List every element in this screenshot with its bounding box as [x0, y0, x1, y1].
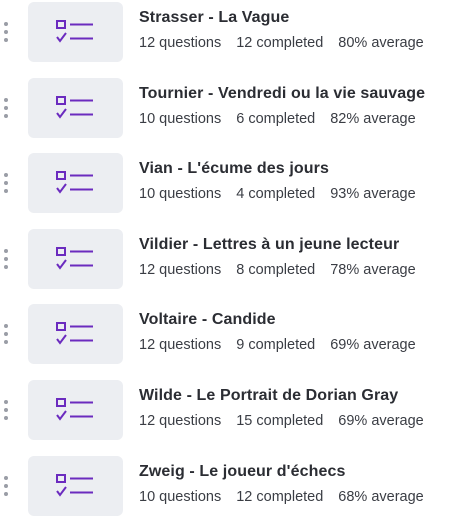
- quiz-stats: 10 questions 6 completed 82% average: [139, 111, 431, 127]
- average-score: 80% average: [338, 35, 424, 51]
- question-count: 12 questions: [139, 35, 222, 51]
- quiz-thumbnail[interactable]: [28, 380, 123, 440]
- drag-handle-icon[interactable]: [3, 98, 9, 118]
- quiz-thumbnail[interactable]: [28, 229, 123, 289]
- quiz-thumbnail[interactable]: [28, 78, 123, 138]
- quiz-title[interactable]: Vildier - Lettres à un jeune lecteur: [139, 236, 399, 254]
- average-score: 69% average: [330, 337, 416, 353]
- average-score: 78% average: [330, 262, 416, 278]
- quiz-title[interactable]: Tournier - Vendredi ou la vie sauvage: [139, 85, 425, 103]
- completed-count: 8 completed: [236, 262, 316, 278]
- quiz-item[interactable]: Strasser - La Vague 12 questions 12 compl…: [0, 2, 468, 62]
- checklist-icon: [56, 171, 93, 194]
- drag-handle-icon[interactable]: [3, 22, 9, 42]
- checklist-icon: [56, 20, 93, 43]
- quiz-item[interactable]: Zweig - Le joueur d'échecs 10 questions 1…: [0, 456, 468, 516]
- average-score: 82% average: [330, 111, 416, 127]
- quiz-stats: 10 questions 4 completed 93% average: [139, 186, 431, 202]
- completed-count: 12 completed: [236, 35, 324, 51]
- quiz-stats: 12 questions 9 completed 69% average: [139, 337, 431, 353]
- drag-handle-icon[interactable]: [3, 476, 9, 496]
- quiz-thumbnail[interactable]: [28, 2, 123, 62]
- quiz-thumbnail[interactable]: [28, 304, 123, 364]
- quiz-stats: 12 questions 15 completed 69% average: [139, 413, 439, 429]
- question-count: 10 questions: [139, 186, 222, 202]
- completed-count: 9 completed: [236, 337, 316, 353]
- quiz-thumbnail[interactable]: [28, 153, 123, 213]
- quiz-item[interactable]: Vildier - Lettres à un jeune lecteur 12 …: [0, 229, 468, 289]
- quiz-title[interactable]: Wilde - Le Portrait de Dorian Gray: [139, 387, 398, 405]
- quiz-title[interactable]: Zweig - Le joueur d'échecs: [139, 463, 345, 481]
- completed-count: 4 completed: [236, 186, 316, 202]
- quiz-item[interactable]: Wilde - Le Portrait de Dorian Gray 12 qu…: [0, 380, 468, 440]
- quiz-thumbnail[interactable]: [28, 456, 123, 516]
- quiz-item[interactable]: Vian - L'écume des jours 10 questions 4 c…: [0, 153, 468, 213]
- quiz-stats: 12 questions 12 completed 80% average: [139, 35, 439, 51]
- question-count: 12 questions: [139, 262, 222, 278]
- question-count: 12 questions: [139, 413, 222, 429]
- checklist-icon: [56, 398, 93, 421]
- drag-handle-icon[interactable]: [3, 400, 9, 420]
- quiz-title[interactable]: Voltaire - Candide: [139, 311, 276, 329]
- completed-count: 6 completed: [236, 111, 316, 127]
- average-score: 69% average: [338, 413, 424, 429]
- drag-handle-icon[interactable]: [3, 173, 9, 193]
- quiz-stats: 12 questions 8 completed 78% average: [139, 262, 431, 278]
- completed-count: 12 completed: [236, 489, 324, 505]
- quiz-item[interactable]: Voltaire - Candide 12 questions 9 complet…: [0, 304, 468, 364]
- average-score: 93% average: [330, 186, 416, 202]
- quiz-stats: 10 questions 12 completed 68% average: [139, 489, 439, 505]
- completed-count: 15 completed: [236, 413, 324, 429]
- checklist-icon: [56, 96, 93, 119]
- checklist-icon: [56, 247, 93, 270]
- average-score: 68% average: [338, 489, 424, 505]
- quiz-title[interactable]: Strasser - La Vague: [139, 9, 289, 27]
- question-count: 10 questions: [139, 489, 222, 505]
- quiz-title[interactable]: Vian - L'écume des jours: [139, 160, 329, 178]
- drag-handle-icon[interactable]: [3, 324, 9, 344]
- quiz-item[interactable]: Tournier - Vendredi ou la vie sauvage 10…: [0, 78, 468, 138]
- question-count: 10 questions: [139, 111, 222, 127]
- drag-handle-icon[interactable]: [3, 249, 9, 269]
- question-count: 12 questions: [139, 337, 222, 353]
- checklist-icon: [56, 474, 93, 497]
- checklist-icon: [56, 322, 93, 345]
